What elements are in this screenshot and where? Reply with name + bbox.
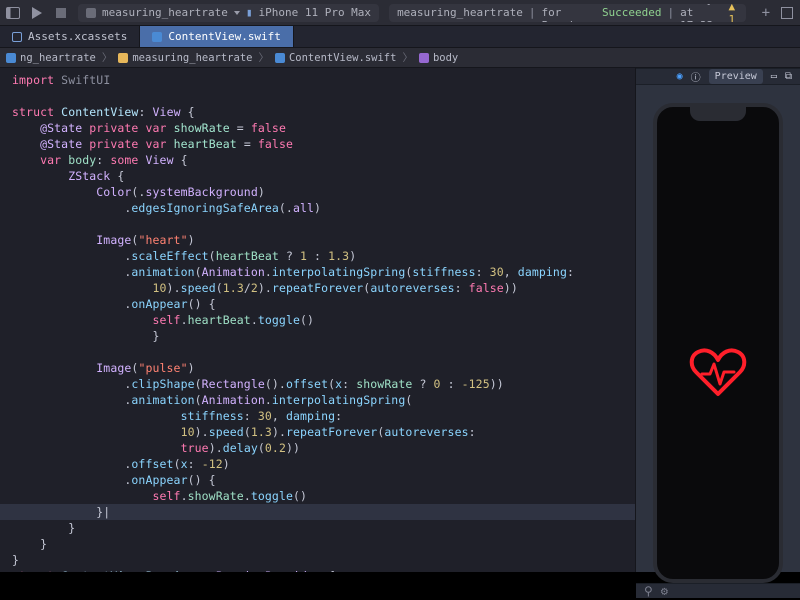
- assets-icon: [12, 32, 22, 42]
- tab-label: Assets.xcassets: [28, 30, 127, 43]
- status-time: Today at 17.33: [680, 4, 722, 22]
- run-icon[interactable]: [30, 6, 44, 20]
- jump-seg-1[interactable]: measuring_heartrate: [132, 52, 252, 64]
- add-icon[interactable]: +: [762, 5, 770, 21]
- device-frame-area[interactable]: [636, 85, 800, 583]
- cursor-line: }|: [0, 504, 635, 520]
- notch: [690, 107, 746, 121]
- tab-bar: Assets.xcassets ContentView.swift: [0, 26, 800, 48]
- warning-icon[interactable]: ▲ 1: [728, 4, 737, 22]
- swift-file-icon: [152, 32, 162, 42]
- swift-file-icon: [275, 53, 285, 63]
- device-select-icon[interactable]: ▭: [771, 71, 777, 82]
- device-icon: ▮: [246, 6, 253, 19]
- main-split: import SwiftUI struct ContentView: View …: [0, 68, 800, 572]
- jump-seg-0[interactable]: ng_heartrate: [20, 52, 96, 64]
- chevron-right-icon: 〉: [400, 50, 415, 65]
- pin-icon[interactable]: ⚲: [644, 584, 653, 598]
- tab-label: ContentView.swift: [168, 30, 281, 43]
- folder-icon: [118, 53, 128, 63]
- folder-icon: [6, 53, 16, 63]
- stop-icon[interactable]: [54, 6, 68, 20]
- status-project: measuring_heartrate: [397, 6, 523, 19]
- heart-image: [688, 342, 748, 402]
- status-action: Build for Previews: [542, 4, 596, 22]
- iphone-frame: [653, 103, 783, 583]
- toolbar: measuring_heartrate ▮ iPhone 11 Pro Max …: [0, 0, 800, 26]
- settings-icon[interactable]: ⚙: [661, 584, 668, 598]
- preview-canvas: ◉ ⓘ Preview ▭ ⧉ ⚲ ⚙: [635, 68, 800, 572]
- scheme-device: iPhone 11 Pro Max: [258, 6, 371, 19]
- live-preview-icon[interactable]: ◉: [677, 71, 683, 82]
- chevron-right-icon: 〉: [100, 50, 115, 65]
- chevron-right-icon: 〉: [256, 50, 271, 65]
- duplicate-preview-icon[interactable]: ⧉: [785, 71, 792, 82]
- canvas-bottom-bar: ⚲ ⚙: [636, 583, 800, 598]
- activity-viewer[interactable]: measuring_heartrate | Build for Previews…: [389, 4, 746, 22]
- property-icon: [419, 53, 429, 63]
- library-icon[interactable]: [780, 6, 794, 20]
- chevron-down-icon: [234, 11, 240, 15]
- target-icon: [86, 8, 96, 18]
- jump-seg-3[interactable]: body: [433, 52, 458, 64]
- source-editor[interactable]: import SwiftUI struct ContentView: View …: [0, 68, 635, 572]
- status-result: Succeeded: [602, 6, 662, 19]
- tab-contentview[interactable]: ContentView.swift: [140, 26, 294, 47]
- preview-toolbar: ◉ ⓘ Preview ▭ ⧉: [636, 68, 800, 85]
- info-icon[interactable]: ⓘ: [691, 69, 701, 84]
- jump-seg-2[interactable]: ContentView.swift: [289, 52, 396, 64]
- jump-bar[interactable]: ng_heartrate 〉 measuring_heartrate 〉 Con…: [0, 48, 800, 68]
- scheme-selector[interactable]: measuring_heartrate ▮ iPhone 11 Pro Max: [78, 4, 379, 22]
- tab-assets[interactable]: Assets.xcassets: [0, 26, 140, 47]
- scheme-project: measuring_heartrate: [102, 6, 228, 19]
- panel-left-icon[interactable]: [6, 6, 20, 20]
- preview-label[interactable]: Preview: [709, 69, 763, 84]
